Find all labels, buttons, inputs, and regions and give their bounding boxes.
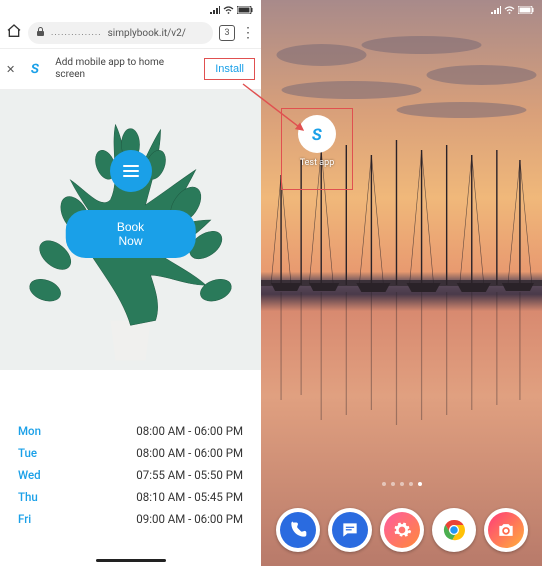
- add-to-home-banner: ✕ S Add mobile app to home screen Instal…: [0, 48, 261, 90]
- day-label: Thu: [18, 490, 38, 504]
- hamburger-icon: [123, 165, 139, 167]
- book-now-button[interactable]: Book Now: [65, 210, 196, 258]
- browser-toolbar: ............... simplybook.it/v2/ 3 ⋮: [0, 18, 261, 48]
- installed-app-icon[interactable]: S Test app: [281, 108, 353, 190]
- battery-icon: [518, 6, 534, 14]
- time-label: 08:00 AM - 06:00 PM: [136, 424, 243, 438]
- status-bar: [261, 0, 542, 18]
- dock-chrome[interactable]: [432, 508, 476, 552]
- simplybook-logo-icon: S: [24, 59, 47, 79]
- wifi-icon: [504, 6, 515, 14]
- time-label: 09:00 AM - 06:00 PM: [136, 512, 243, 526]
- url-prefix: ...............: [51, 28, 102, 38]
- hero-area: Book Now: [0, 90, 261, 370]
- opening-hours: Mon 08:00 AM - 06:00 PM Tue 08:00 AM - 0…: [0, 370, 261, 540]
- signal-icon: [491, 6, 501, 14]
- hours-row: Thu 08:10 AM - 05:45 PM: [18, 486, 243, 508]
- camera-icon: [496, 520, 516, 540]
- signal-icon: [210, 6, 220, 14]
- overflow-menu-icon[interactable]: ⋮: [241, 25, 255, 41]
- status-bar: [0, 0, 261, 18]
- dock: [261, 508, 542, 552]
- wifi-icon: [223, 6, 234, 14]
- hours-row: Fri 09:00 AM - 06:00 PM: [18, 508, 243, 530]
- home-screen: S Test app: [261, 0, 542, 566]
- phone-icon: [288, 520, 308, 540]
- app-icon: S: [298, 115, 336, 153]
- day-label: Mon: [18, 424, 41, 438]
- close-icon[interactable]: ✕: [6, 63, 15, 76]
- install-button[interactable]: Install: [204, 58, 255, 80]
- page-indicator: [382, 482, 422, 486]
- app-icon-label: Test app: [300, 158, 335, 168]
- lock-icon: [36, 27, 45, 40]
- dock-settings[interactable]: [380, 508, 424, 552]
- gear-icon: [392, 520, 412, 540]
- tab-count[interactable]: 3: [219, 25, 235, 41]
- dock-phone[interactable]: [276, 508, 320, 552]
- day-label: Tue: [18, 446, 37, 460]
- hours-row: Tue 08:00 AM - 06:00 PM: [18, 442, 243, 464]
- battery-icon: [237, 6, 253, 14]
- day-label: Wed: [18, 468, 41, 482]
- hours-row: Wed 07:55 AM - 05:50 PM: [18, 464, 243, 486]
- url-text: simplybook.it/v2/: [108, 28, 186, 39]
- time-label: 08:00 AM - 06:00 PM: [136, 446, 243, 460]
- chrome-icon: [439, 515, 469, 545]
- nav-indicator: [96, 559, 166, 562]
- time-label: 08:10 AM - 05:45 PM: [136, 490, 243, 504]
- time-label: 07:55 AM - 05:50 PM: [136, 468, 243, 482]
- browser-phone-screen: ............... simplybook.it/v2/ 3 ⋮ ✕ S…: [0, 0, 261, 566]
- chat-icon: [340, 520, 360, 540]
- url-bar[interactable]: ............... simplybook.it/v2/: [28, 22, 213, 44]
- dock-camera[interactable]: [484, 508, 528, 552]
- home-icon[interactable]: [6, 23, 22, 43]
- day-label: Fri: [18, 512, 31, 526]
- install-banner-text: Add mobile app to home screen: [55, 57, 194, 81]
- dock-messages[interactable]: [328, 508, 372, 552]
- hours-row: Mon 08:00 AM - 06:00 PM: [18, 420, 243, 442]
- menu-button[interactable]: [110, 150, 152, 192]
